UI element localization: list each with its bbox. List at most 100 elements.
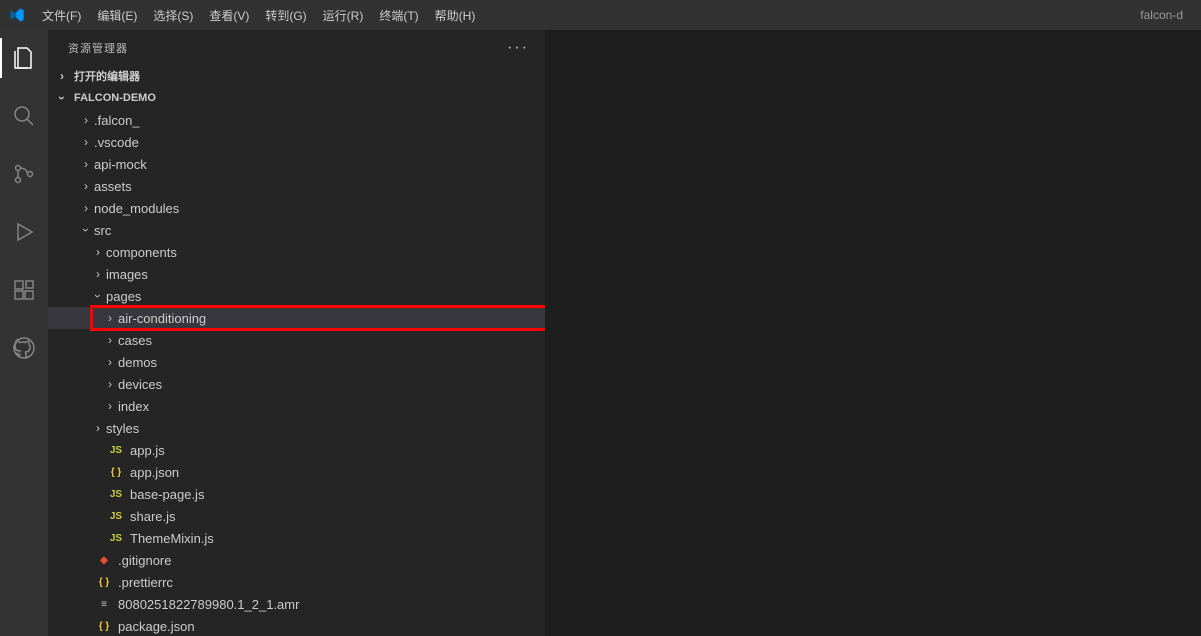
- tree-item-label: .vscode: [94, 135, 139, 150]
- tree-item-label: devices: [118, 377, 162, 392]
- tree-item-label: styles: [106, 421, 139, 436]
- file-type-icon: ≡: [94, 599, 114, 610]
- menu-item[interactable]: 帮助(H): [427, 3, 484, 28]
- project-name-label: FALCON-DEMO: [74, 92, 156, 104]
- chevron-right-icon: ›: [90, 245, 106, 259]
- chevron-right-icon: ›: [102, 333, 118, 347]
- tree-item-label: app.js: [130, 443, 165, 458]
- chevron-down-icon: ›: [79, 222, 93, 238]
- activity-bar: [0, 30, 48, 636]
- folder-item[interactable]: ›src: [48, 219, 545, 241]
- tree-item-label: images: [106, 267, 148, 282]
- folder-item[interactable]: ›assets: [48, 175, 545, 197]
- tree-item-label: cases: [118, 333, 152, 348]
- file-item[interactable]: JS ThemeMixin.js: [48, 527, 545, 549]
- file-type-icon: { }: [106, 467, 126, 478]
- more-actions-icon[interactable]: ···: [507, 39, 529, 57]
- window-title: falcon-d: [485, 8, 1193, 22]
- tree-item-label: node_modules: [94, 201, 179, 216]
- vscode-logo-icon: [8, 6, 26, 24]
- folder-item[interactable]: ›images: [48, 263, 545, 285]
- file-item[interactable]: JS app.js: [48, 439, 545, 461]
- explorer-icon[interactable]: [0, 38, 48, 78]
- open-editors-section[interactable]: › 打开的编辑器: [48, 65, 545, 87]
- explorer-sidebar: 资源管理器 ··· › 打开的编辑器 › FALCON-DEMO ›.falco…: [48, 30, 545, 636]
- editor-area: [545, 30, 1201, 636]
- chevron-down-icon: ›: [55, 90, 69, 106]
- tree-item-label: components: [106, 245, 177, 260]
- file-item[interactable]: JS base-page.js: [48, 483, 545, 505]
- tree-item-label: index: [118, 399, 149, 414]
- file-type-icon: { }: [94, 621, 114, 632]
- folder-item[interactable]: ›.vscode: [48, 131, 545, 153]
- file-type-icon: JS: [106, 445, 126, 456]
- file-type-icon: JS: [106, 533, 126, 544]
- menu-item[interactable]: 终端(T): [371, 3, 426, 28]
- chevron-right-icon: ›: [78, 157, 94, 171]
- folder-item[interactable]: ›air-conditioning: [48, 307, 545, 329]
- menubar: 文件(F)编辑(E)选择(S)查看(V)转到(G)运行(R)终端(T)帮助(H)…: [0, 0, 1201, 30]
- chevron-right-icon: ›: [102, 399, 118, 413]
- menu-item[interactable]: 文件(F): [34, 3, 89, 28]
- file-item[interactable]: ◆ .gitignore: [48, 549, 545, 571]
- tree-item-label: 8080251822789980.1_2_1.amr: [118, 597, 299, 612]
- file-item[interactable]: { } .prettierrc: [48, 571, 545, 593]
- tree-item-label: base-page.js: [130, 487, 204, 502]
- menu-item[interactable]: 编辑(E): [89, 3, 145, 28]
- menu-item[interactable]: 运行(R): [315, 3, 372, 28]
- chevron-right-icon: ›: [78, 179, 94, 193]
- menu-item[interactable]: 查看(V): [201, 3, 257, 28]
- folder-item[interactable]: ›cases: [48, 329, 545, 351]
- file-item[interactable]: { }package.json: [48, 615, 545, 636]
- tree-item-label: src: [94, 223, 111, 238]
- tree-item-label: air-conditioning: [118, 311, 206, 326]
- folder-item[interactable]: ›pages: [48, 285, 545, 307]
- tree-item-label: demos: [118, 355, 157, 370]
- file-item[interactable]: { } app.json: [48, 461, 545, 483]
- file-type-icon: JS: [106, 489, 126, 500]
- chevron-right-icon: ›: [102, 311, 118, 325]
- sidebar-title-text: 资源管理器: [68, 40, 128, 56]
- run-debug-icon[interactable]: [0, 212, 48, 252]
- tree-item-label: .prettierrc: [118, 575, 173, 590]
- chevron-right-icon: ›: [102, 377, 118, 391]
- file-item[interactable]: JS share.js: [48, 505, 545, 527]
- project-section[interactable]: › FALCON-DEMO: [48, 87, 545, 109]
- extensions-icon[interactable]: [0, 270, 48, 310]
- tree-item-label: app.json: [130, 465, 179, 480]
- folder-item[interactable]: ›index: [48, 395, 545, 417]
- chevron-right-icon: ›: [78, 135, 94, 149]
- tree-item-label: .gitignore: [118, 553, 171, 568]
- file-type-icon: ◆: [94, 555, 114, 566]
- folder-item[interactable]: ›.falcon_: [48, 109, 545, 131]
- chevron-right-icon: ›: [90, 267, 106, 281]
- file-type-icon: { }: [94, 577, 114, 588]
- open-editors-label: 打开的编辑器: [74, 68, 140, 84]
- folder-item[interactable]: ›components: [48, 241, 545, 263]
- folder-item[interactable]: ›styles: [48, 417, 545, 439]
- menu-item[interactable]: 转到(G): [257, 3, 314, 28]
- file-type-icon: JS: [106, 511, 126, 522]
- tree-item-label: ThemeMixin.js: [130, 531, 214, 546]
- tree-item-label: pages: [106, 289, 141, 304]
- github-icon[interactable]: [0, 328, 48, 368]
- folder-item[interactable]: ›demos: [48, 351, 545, 373]
- chevron-right-icon: ›: [78, 113, 94, 127]
- tree-item-label: share.js: [130, 509, 176, 524]
- chevron-right-icon: ›: [78, 201, 94, 215]
- menu-item[interactable]: 选择(S): [145, 3, 201, 28]
- tree-item-label: api-mock: [94, 157, 147, 172]
- folder-item[interactable]: ›devices: [48, 373, 545, 395]
- file-tree: ›.falcon_›.vscode›api-mock›assets›node_m…: [48, 109, 545, 636]
- tree-item-label: assets: [94, 179, 132, 194]
- source-control-icon[interactable]: [0, 154, 48, 194]
- file-item[interactable]: ≡ 8080251822789980.1_2_1.amr: [48, 593, 545, 615]
- chevron-right-icon: ›: [54, 69, 70, 83]
- folder-item[interactable]: ›api-mock: [48, 153, 545, 175]
- tree-item-label: .falcon_: [94, 113, 140, 128]
- folder-item[interactable]: ›node_modules: [48, 197, 545, 219]
- search-icon[interactable]: [0, 96, 48, 136]
- chevron-right-icon: ›: [90, 421, 106, 435]
- chevron-right-icon: ›: [102, 355, 118, 369]
- sidebar-title: 资源管理器 ···: [48, 30, 545, 65]
